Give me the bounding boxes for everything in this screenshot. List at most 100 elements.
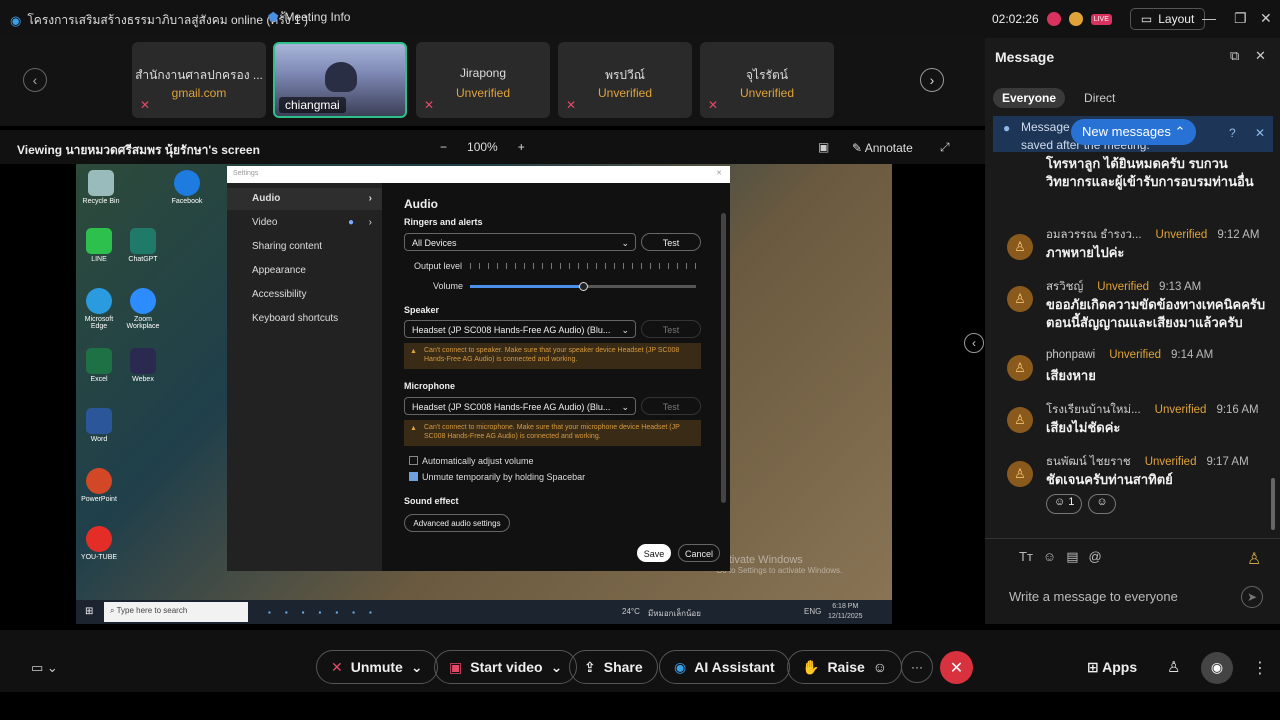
- mic-muted-icon: ✕: [331, 658, 343, 675]
- avatar: ♙: [1007, 407, 1033, 433]
- microphone-test-button: Test: [641, 397, 701, 415]
- desktop-icon: Facebook: [164, 170, 210, 205]
- participant-tile[interactable]: สำนักงานศาลปกครอง ... gmail.com ✕: [132, 42, 266, 118]
- annotate-button[interactable]: ✎ Annotate: [852, 141, 913, 155]
- speaker-label: Speaker: [404, 305, 440, 315]
- taskbar-apps: ▪▪▪▪▪▪▪: [268, 607, 386, 617]
- speaker-test-button: Test: [641, 320, 701, 338]
- ringers-select: All Devices ⌄: [404, 233, 636, 251]
- maximize-icon[interactable]: ❐: [1234, 10, 1247, 27]
- participant-tile[interactable]: จุไรรัตน์ Unverified ✕: [700, 42, 834, 118]
- taskbar-search: ⌕ Type here to search: [104, 602, 248, 622]
- unmute-button[interactable]: ✕ Unmute ⌄: [316, 650, 438, 684]
- avatar: ♙: [1007, 355, 1033, 381]
- auto-adjust-checkbox: [409, 456, 418, 465]
- status-icon: [1068, 12, 1083, 26]
- participant-tile[interactable]: พรปวีณ์ Unverified ✕: [558, 42, 692, 118]
- help-icon[interactable]: ?: [1229, 124, 1236, 142]
- zoom-out-button[interactable]: −: [440, 140, 447, 154]
- ai-assistant-button[interactable]: ◉ AI Assistant: [659, 650, 790, 684]
- taskbar-clock: 6:18 PM 12/11/2025: [828, 603, 863, 620]
- title-bar: ◉ โครงการเสริมสร้างธรรมาภิบาลสู่สังคม on…: [0, 0, 1280, 38]
- meeting-info-button[interactable]: ⬟ Meeting Info: [268, 10, 350, 24]
- ringers-label: Ringers and alerts: [404, 217, 483, 227]
- chat-scrollbar[interactable]: [1271, 478, 1275, 530]
- participant-name: Jirapong: [459, 66, 507, 80]
- participant-status: Unverified: [597, 86, 653, 100]
- leave-meeting-button[interactable]: ✕: [940, 651, 973, 684]
- record-icon: [1046, 12, 1061, 26]
- gif-icon[interactable]: ▤: [1066, 549, 1078, 565]
- send-icon[interactable]: ➤: [1241, 586, 1263, 608]
- message-text: ภาพหายไปค่ะ: [1046, 245, 1125, 260]
- participants-icon[interactable]: ♙: [1167, 658, 1180, 676]
- raise-hand-button[interactable]: ✋ Raise ☺: [787, 650, 903, 684]
- fullscreen-icon[interactable]: ⤢: [940, 140, 950, 155]
- layout-icon: ▭: [1140, 12, 1153, 26]
- strip-prev-button[interactable]: ‹: [23, 68, 47, 92]
- desktop-icon: Webex: [120, 348, 166, 383]
- pop-out-icon[interactable]: ▣: [818, 140, 829, 154]
- start-video-button[interactable]: ▣ Start video ⌄: [434, 650, 578, 684]
- strip-next-button[interactable]: ›: [920, 68, 944, 92]
- avatar: ♙: [1007, 234, 1033, 260]
- info-icon: ●: [1003, 121, 1011, 135]
- video-feed: [325, 62, 357, 92]
- desktop-icon: Word: [76, 408, 122, 443]
- add-reaction-button[interactable]: ☺: [1088, 494, 1116, 514]
- message-input[interactable]: Write a message to everyone: [1009, 589, 1178, 604]
- participant-strip: ‹ สำนักงานศาลปกครอง ... gmail.com ✕ chia…: [0, 38, 985, 126]
- apps-button[interactable]: ⊞ Apps: [1087, 659, 1137, 676]
- chat-icon[interactable]: ◉: [1201, 652, 1233, 684]
- share-icon: ⇪: [584, 658, 596, 675]
- weather-text: มีหมอกเล็กน้อย: [648, 609, 701, 618]
- minimize-icon[interactable]: —: [1202, 10, 1216, 26]
- layout-button[interactable]: ▭ Layout: [1129, 8, 1206, 30]
- settings-dialog: Settings ✕ Audio › Video ● › Sharing conten…: [227, 166, 730, 571]
- mention-icon[interactable]: @: [1088, 549, 1101, 565]
- message-panel-title: Message: [995, 49, 1055, 65]
- close-panel-icon[interactable]: ✕: [1255, 48, 1266, 64]
- settings-titlebar: Settings ✕: [227, 166, 730, 183]
- pop-out-icon[interactable]: ⧉: [1230, 48, 1239, 64]
- reaction-badge[interactable]: ☺ 1: [1046, 494, 1083, 514]
- settings-nav-accessibility: Accessibility: [252, 289, 307, 300]
- participant-name: chiangmai: [279, 97, 346, 113]
- advanced-audio-button: Advanced audio settings: [404, 514, 510, 532]
- tab-direct[interactable]: Direct: [1075, 88, 1124, 108]
- text-format-icon[interactable]: Tт: [1019, 549, 1033, 565]
- share-button[interactable]: ⇪ Share: [569, 650, 658, 684]
- microphone-label: Microphone: [404, 381, 455, 391]
- live-badge: LIVE: [1090, 13, 1112, 25]
- tab-everyone[interactable]: Everyone: [993, 88, 1066, 108]
- captions-icon[interactable]: ▭ ⌄: [31, 660, 58, 676]
- dismiss-banner-icon[interactable]: ✕: [1255, 124, 1265, 142]
- zoom-level: 100%: [467, 140, 498, 154]
- collapse-panel-button[interactable]: ‹: [964, 333, 984, 353]
- chevron-up-icon: ⌃: [1174, 124, 1186, 139]
- mic-muted-icon: ✕: [140, 98, 151, 112]
- message-text: เสียงหาย: [1046, 368, 1096, 383]
- settings-cancel-button: Cancel: [678, 544, 720, 562]
- warning-icon: ▲: [410, 425, 417, 432]
- emoji-icon[interactable]: ☺: [1043, 549, 1056, 565]
- desktop-icon: YOU-TUBE: [76, 526, 122, 561]
- close-window-icon[interactable]: ✕: [1260, 10, 1272, 27]
- viewing-label: Viewing นายหมวดศรีสมพร นุ้ยรักษา's scree…: [17, 143, 260, 157]
- settings-audio-panel: Audio Ringers and alerts All Devices ⌄ Te…: [382, 183, 730, 571]
- more-options-button[interactable]: ···: [901, 651, 933, 683]
- mic-muted-icon: ✕: [566, 98, 577, 112]
- new-messages-button[interactable]: New messages ⌃: [1071, 119, 1197, 145]
- output-level-label: Output level: [414, 261, 463, 271]
- attach-icon[interactable]: ♙: [1247, 549, 1261, 569]
- volume-label: Volume: [433, 281, 464, 291]
- participant-tile-active[interactable]: chiangmai: [273, 42, 407, 118]
- share-view-bar: Viewing นายหมวดศรีสมพร นุ้ยรักษา's scree…: [0, 130, 985, 164]
- more-menu-icon[interactable]: ⋮: [1252, 658, 1268, 678]
- zoom-in-button[interactable]: +: [518, 140, 525, 154]
- microphone-select: Headset (JP SC008 Hands-Free AG Audio) (…: [404, 397, 636, 415]
- message-text: ขออภัยเกิดความขัดข้องทางเทคนิคครับ ตอนนี…: [1046, 297, 1266, 330]
- participant-tile[interactable]: Jirapong Unverified ✕: [416, 42, 550, 118]
- ai-assistant-icon: ◉: [674, 658, 687, 675]
- shield-icon: ⬟: [268, 10, 279, 24]
